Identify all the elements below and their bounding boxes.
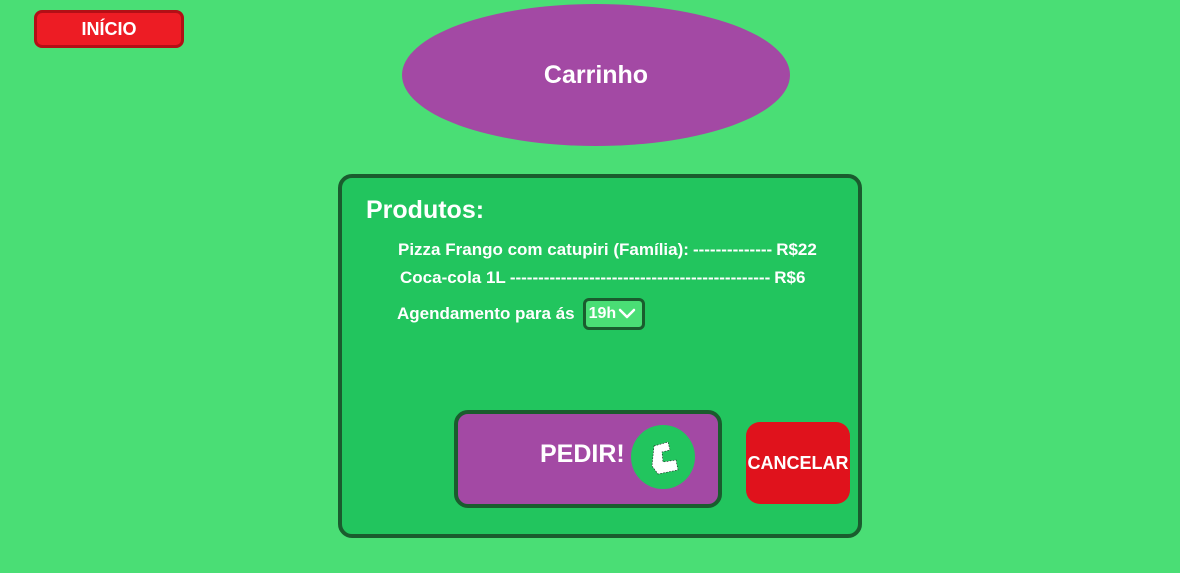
product-dashes: -------------- [692,240,773,259]
schedule-label: Agendamento para ás [397,304,575,323]
list-item: Coca-cola 1L ---------------------------… [400,268,805,288]
home-button[interactable]: INÍCIO [34,10,184,48]
product-name: Pizza Frango com catupiri (Família): [398,240,689,259]
product-price: R$6 [774,268,806,287]
order-button-label: PEDIR! [540,440,625,468]
chevron-down-icon [618,308,636,319]
time-select[interactable]: 19h [582,298,645,330]
time-select-value: 19h [588,305,617,322]
product-name: Coca-cola 1L [400,268,506,287]
products-heading: Produtos: [366,196,485,224]
cancel-button[interactable]: CANCELAR [746,422,850,504]
order-button[interactable]: PEDIR! [454,410,722,508]
page-title: Carrinho [402,4,790,146]
cart-panel: Produtos: Pizza Frango com catupiri (Fam… [338,174,862,538]
cart-icon [631,425,695,489]
schedule-row: Agendamento para ás 19h [397,298,645,330]
product-dashes: ----------------------------------------… [509,268,771,287]
product-price: R$22 [776,240,817,259]
list-item: Pizza Frango com catupiri (Família): ---… [398,240,817,260]
